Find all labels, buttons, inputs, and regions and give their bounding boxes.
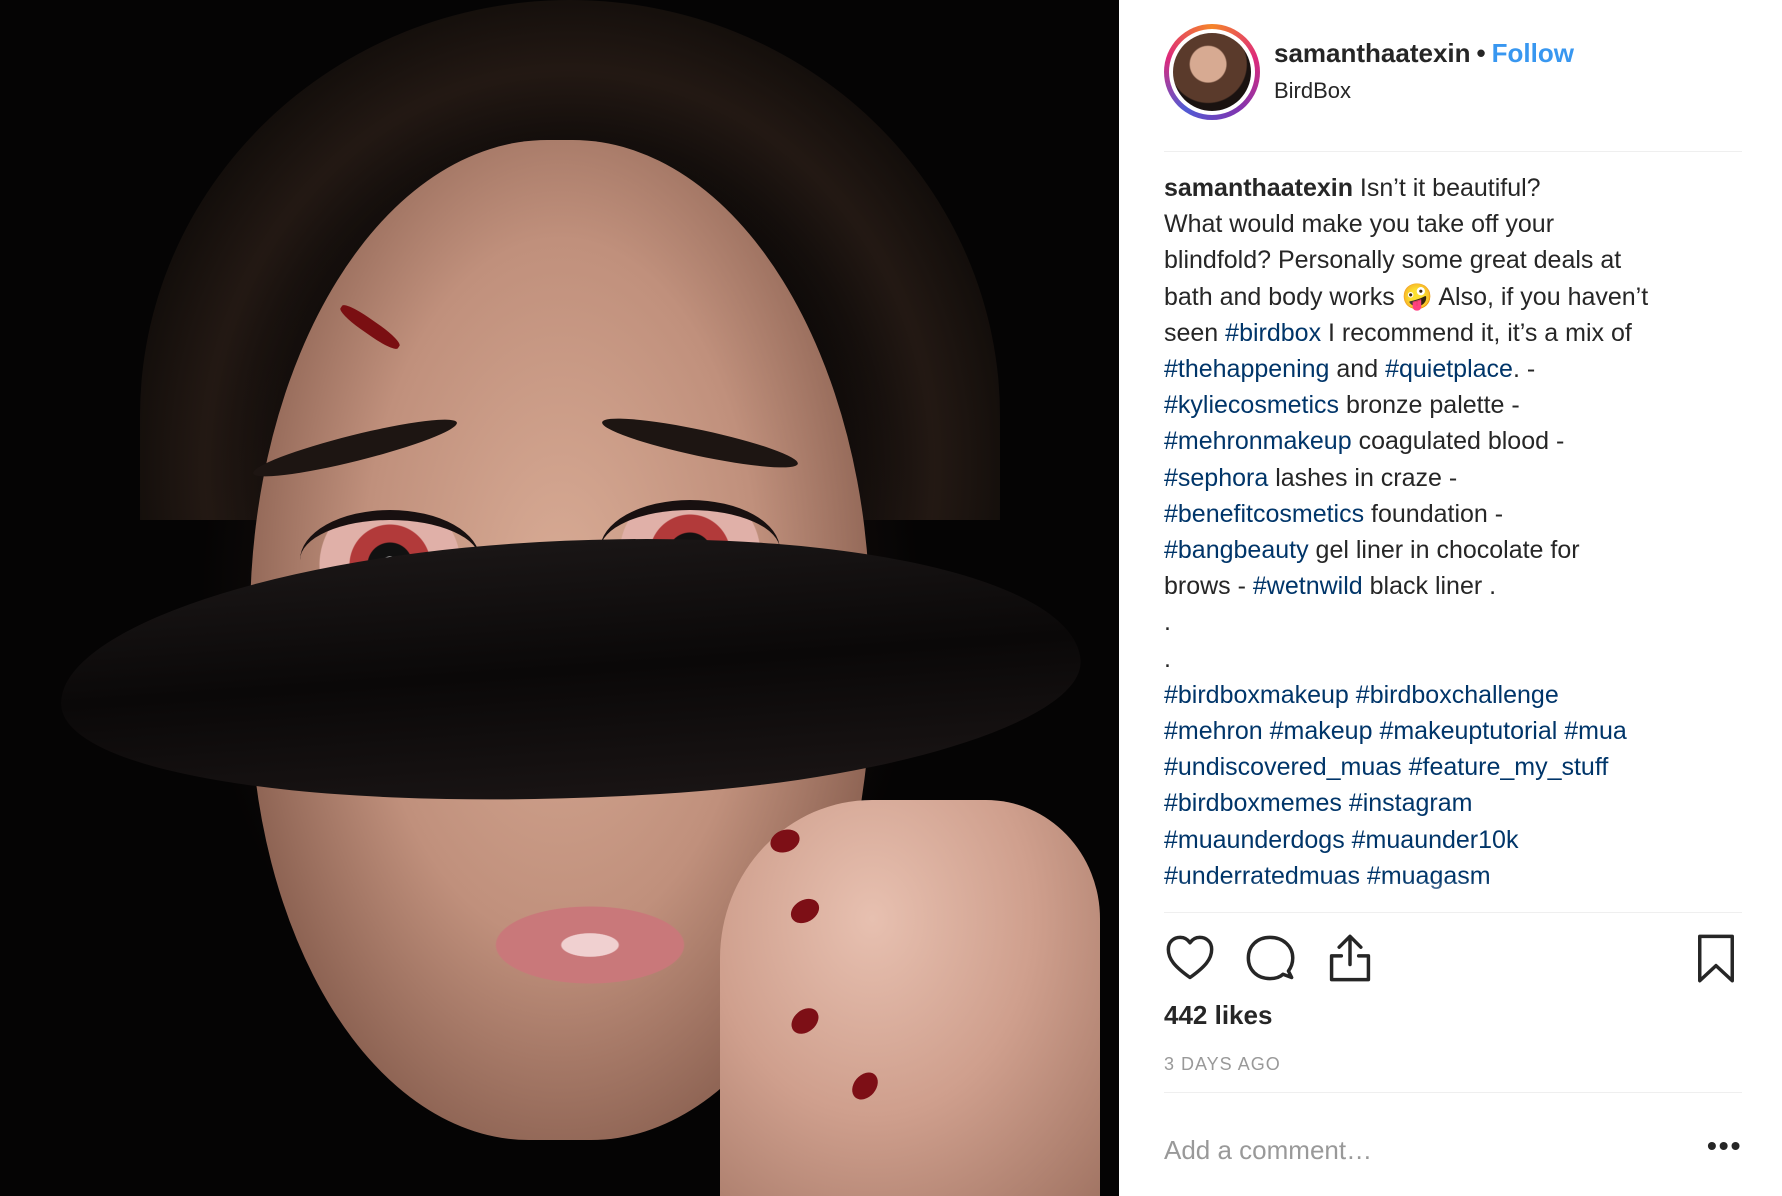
hand [720, 800, 1100, 1196]
hashtag-link[interactable]: #mehron [1164, 717, 1263, 745]
comment-icon[interactable] [1244, 932, 1296, 984]
caption-text: . - [1512, 355, 1536, 384]
post-header: samanthaatexin • Follow BirdBox [1164, 24, 1724, 124]
heart-icon[interactable] [1164, 932, 1216, 984]
caption-line: #thehappening and #quietplace. - [1164, 351, 1742, 387]
caption-line: #mehronmakeup coagulated blood - [1164, 423, 1742, 459]
caption: samanthaatexin Isn’t it beautiful? What w… [1164, 170, 1742, 910]
hashtag-link[interactable]: #birdboxmemes [1164, 789, 1342, 817]
caption-text: foundation - [1364, 499, 1504, 528]
follow-button[interactable]: Follow [1492, 38, 1574, 68]
location-link[interactable]: BirdBox [1274, 78, 1351, 104]
blindfold [52, 504, 1088, 836]
caption-text: . [1164, 608, 1171, 637]
caption-text: bronze palette - [1339, 391, 1520, 420]
caption-line: What would make you take off your [1164, 206, 1742, 242]
caption-line: bath and body works 🤪 Also, if you haven… [1164, 279, 1742, 315]
caption-text: . [1164, 644, 1171, 673]
caption-text: seen [1164, 318, 1226, 347]
caption-fade [1164, 880, 1742, 910]
hashtag-link[interactable]: #birdbox [1225, 319, 1321, 347]
caption-line: #mehron #makeup #makeuptutorial #mua [1164, 713, 1742, 749]
username-link[interactable]: samanthaatexin [1274, 38, 1471, 68]
caption-text [1402, 753, 1409, 781]
hashtag-link[interactable]: #mehronmakeup [1164, 427, 1352, 455]
share-icon[interactable] [1324, 932, 1376, 984]
comment-input[interactable] [1164, 1120, 1654, 1180]
hashtag-link[interactable]: #undiscovered_muas [1164, 753, 1402, 781]
hashtag-link[interactable]: #bangbeauty [1164, 536, 1309, 564]
caption-text: blindfold? Personally some great deals a… [1164, 246, 1622, 275]
caption-line: #birdboxmakeup #birdboxchallenge [1164, 677, 1742, 713]
caption-username-link[interactable]: samanthaatexin [1164, 174, 1353, 202]
header-username-line: samanthaatexin • Follow [1274, 38, 1574, 69]
caption-text: gel liner in chocolate for [1308, 536, 1580, 565]
hashtag-link[interactable]: #mua [1564, 717, 1627, 745]
caption-text [1345, 826, 1352, 854]
separator-dot: • [1476, 38, 1486, 68]
caption-text: coagulated blood - [1351, 427, 1565, 456]
caption-text: I recommend it, it’s a mix of [1321, 318, 1632, 347]
caption-text: black liner . [1362, 572, 1497, 601]
caption-text: What would make you take off your [1164, 210, 1555, 239]
hashtag-link[interactable]: #benefitcosmetics [1164, 500, 1364, 528]
hashtag-link[interactable]: #instagram [1349, 789, 1473, 817]
more-options-button[interactable]: ••• [1707, 1130, 1742, 1162]
header-divider [1164, 151, 1742, 152]
caption-line: samanthaatexin Isn’t it beautiful? [1164, 170, 1742, 206]
hashtag-link[interactable]: #birdboxchallenge [1356, 681, 1559, 709]
post-image[interactable] [0, 0, 1119, 1196]
caption-line: #undiscovered_muas #feature_my_stuff [1164, 749, 1742, 785]
avatar[interactable] [1164, 24, 1260, 120]
caption-line: #benefitcosmetics foundation - [1164, 496, 1742, 532]
post-timestamp[interactable]: 3 DAYS AGO [1164, 1054, 1281, 1075]
caption-line: blindfold? Personally some great deals a… [1164, 242, 1742, 278]
caption-line: #birdboxmemes #instagram [1164, 785, 1742, 821]
hashtag-link[interactable]: #quietplace [1385, 355, 1513, 383]
hashtag-link[interactable]: #makeup [1270, 717, 1373, 745]
actions-divider [1164, 912, 1742, 913]
comment-divider [1164, 1092, 1742, 1093]
hashtag-link[interactable]: #sephora [1164, 464, 1268, 492]
caption-text: lashes in craze - [1268, 463, 1458, 492]
caption-line: . [1164, 641, 1742, 677]
caption-line: #kyliecosmetics bronze palette - [1164, 387, 1742, 423]
caption-line: #bangbeauty gel liner in chocolate for [1164, 532, 1742, 568]
avatar-image [1173, 33, 1251, 111]
caption-line: #sephora lashes in craze - [1164, 460, 1742, 496]
caption-text: Isn’t it beautiful? [1359, 174, 1541, 202]
avatar-frame [1169, 29, 1255, 115]
likes-count[interactable]: 442 likes [1164, 1000, 1272, 1031]
hashtag-link[interactable]: #birdboxmakeup [1164, 681, 1349, 709]
hashtag-link[interactable]: #kyliecosmetics [1164, 391, 1339, 419]
post-sidebar: samanthaatexin • Follow BirdBox samanthaat… [1119, 0, 1782, 1196]
caption-text: and [1329, 355, 1386, 384]
caption-text [1342, 789, 1349, 817]
bookmark-icon[interactable] [1690, 932, 1742, 984]
caption-text: brows - [1164, 572, 1253, 601]
caption-text [1349, 681, 1356, 709]
caption-line: #muaunderdogs #muaunder10k [1164, 822, 1742, 858]
lips [480, 900, 700, 990]
hashtag-link[interactable]: #muaunder10k [1352, 826, 1519, 854]
hashtag-link[interactable]: #wetnwild [1253, 572, 1363, 600]
caption-text [1263, 717, 1270, 745]
caption-text: bath and body works 🤪 Also, if you haven… [1164, 282, 1649, 311]
hashtag-link[interactable]: #thehappening [1164, 355, 1329, 383]
action-bar [1164, 932, 1742, 988]
caption-line: seen #birdbox I recommend it, it’s a mix… [1164, 315, 1742, 351]
hashtag-link[interactable]: #makeuptutorial [1379, 717, 1557, 745]
caption-line: brows - #wetnwild black liner . [1164, 568, 1742, 604]
hashtag-link[interactable]: #muaunderdogs [1164, 826, 1345, 854]
hashtag-link[interactable]: #feature_my_stuff [1409, 753, 1609, 781]
caption-line: . [1164, 604, 1742, 640]
